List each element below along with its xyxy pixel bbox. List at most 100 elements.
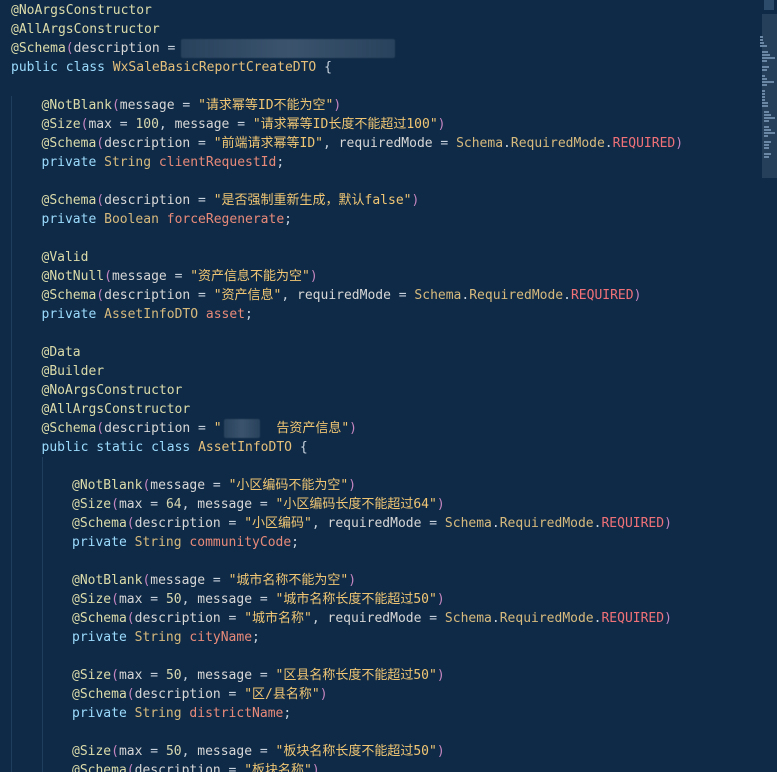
code-line[interactable]: @Schema(description = "是否强制重新生成，默认false"… bbox=[42, 191, 420, 210]
code-token: . bbox=[563, 288, 571, 303]
indent-guide bbox=[42, 457, 43, 772]
code-token: ( bbox=[111, 668, 119, 683]
code-token: 64 bbox=[165, 497, 182, 512]
code-line[interactable]: @Schema(description = bbox=[11, 39, 183, 58]
code-line[interactable]: @NoArgsConstructor bbox=[11, 1, 152, 20]
code-token: , bbox=[181, 592, 198, 607]
code-token: ( bbox=[126, 611, 135, 626]
code-token: = bbox=[166, 269, 191, 284]
minimap-line bbox=[762, 60, 767, 62]
minimap-line bbox=[764, 144, 769, 146]
minimap-line bbox=[762, 78, 767, 80]
minimap-line bbox=[762, 99, 765, 101]
code-token: ) bbox=[436, 497, 445, 512]
code-token: REQUIRED bbox=[570, 288, 634, 303]
code-token: @Data bbox=[41, 345, 81, 360]
code-token: @Size bbox=[72, 592, 112, 607]
code-token: = bbox=[421, 611, 445, 626]
code-token: "小区编码长度不能超过64" bbox=[275, 497, 437, 512]
code-area[interactable]: @NoArgsConstructor @AllArgsConstructor @Sc… bbox=[0, 0, 760, 772]
minimap-line bbox=[762, 81, 774, 83]
code-token: ; bbox=[284, 212, 292, 227]
minimap-line bbox=[762, 93, 765, 95]
code-token: ) bbox=[348, 573, 357, 588]
code-token: Schema bbox=[444, 516, 492, 531]
code-token: message bbox=[197, 744, 253, 759]
code-line[interactable]: @Size(max = 50, message = "城市名称长度不能超过50"… bbox=[72, 590, 445, 609]
code-token: 50 bbox=[165, 592, 182, 607]
code-token: districtName bbox=[189, 706, 284, 721]
code-token: "是否强制重新生成，默认false" bbox=[213, 193, 412, 208]
code-line[interactable]: @NotBlank(message = "小区编码不能为空") bbox=[72, 476, 356, 495]
minimap[interactable] bbox=[760, 0, 777, 772]
minimap-line bbox=[760, 45, 767, 47]
code-line[interactable]: @Schema(description = " 告资产信息") bbox=[42, 419, 357, 438]
code-token: , bbox=[311, 611, 328, 626]
code-token: forceRegenerate bbox=[166, 212, 285, 227]
code-token: = bbox=[229, 117, 253, 132]
code-line[interactable]: @Schema(description = "城市名称", requiredMo… bbox=[72, 609, 672, 628]
code-line[interactable]: @Size(max = 50, message = "板块名称长度不能超过50"… bbox=[72, 742, 445, 761]
code-line[interactable]: @Size(max = 64, message = "小区编码长度不能超过64"… bbox=[72, 495, 445, 514]
code-line[interactable]: @AllArgsConstructor bbox=[11, 20, 160, 39]
code-token: ) bbox=[436, 592, 445, 607]
code-line[interactable]: @NotBlank(message = "城市名称不能为空") bbox=[72, 571, 356, 590]
code-line[interactable]: @Schema(description = "区/县名称") bbox=[72, 685, 328, 704]
code-token: ; bbox=[291, 535, 299, 550]
code-line[interactable]: @Schema(description = "板块名称") bbox=[72, 761, 320, 772]
code-token: Boolean bbox=[104, 212, 167, 227]
indent-guide bbox=[11, 96, 12, 772]
minimap-line bbox=[762, 75, 765, 77]
code-token: . bbox=[604, 136, 613, 151]
code-token: ( bbox=[65, 41, 74, 56]
code-token: ( bbox=[96, 193, 105, 208]
code-line[interactable]: @AllArgsConstructor bbox=[42, 400, 191, 419]
code-token: max bbox=[118, 497, 143, 512]
code-token: = bbox=[174, 98, 199, 113]
code-token: ( bbox=[111, 592, 119, 607]
code-token: = bbox=[159, 41, 184, 56]
code-token: = bbox=[190, 421, 214, 436]
code-token: max bbox=[88, 117, 112, 132]
minimap-line bbox=[764, 147, 769, 149]
code-line[interactable]: @Size(max = 50, message = "区县名称长度不能超过50"… bbox=[72, 666, 445, 685]
code-token: ) bbox=[664, 611, 672, 626]
code-line[interactable]: @Schema(description = "资产信息", requiredMo… bbox=[42, 286, 642, 305]
code-line[interactable]: @Schema(description = "小区编码", requiredMo… bbox=[72, 514, 672, 533]
code-token: RequiredMode bbox=[499, 611, 594, 626]
code-line[interactable]: public class WxSaleBasicReportCreateDTO … bbox=[11, 58, 332, 77]
code-token: ( bbox=[96, 288, 105, 303]
code-token: requiredMode bbox=[327, 516, 422, 531]
code-line[interactable]: @Valid bbox=[42, 248, 89, 267]
code-line[interactable]: @Data bbox=[42, 343, 81, 362]
code-token: = bbox=[190, 288, 214, 303]
code-line[interactable]: private String communityCode; bbox=[72, 533, 299, 552]
minimap-line bbox=[764, 111, 769, 113]
code-token: RequiredMode bbox=[499, 516, 594, 531]
code-token: "板块名称长度不能超过50" bbox=[275, 744, 437, 759]
code-token: @Schema bbox=[41, 288, 97, 303]
code-token: @Schema bbox=[72, 763, 127, 772]
code-line[interactable]: private String districtName; bbox=[72, 704, 291, 723]
code-line[interactable]: private String cityName; bbox=[72, 628, 260, 647]
code-line[interactable]: @Schema(description = "前端请求幂等ID", requir… bbox=[42, 134, 684, 153]
code-editor[interactable]: @NoArgsConstructor @AllArgsConstructor @Sc… bbox=[0, 0, 777, 772]
code-token: "板块名称" bbox=[244, 763, 312, 772]
code-token: "资产信息不能为空" bbox=[190, 269, 310, 284]
code-line[interactable]: @NoArgsConstructor bbox=[42, 381, 183, 400]
code-line[interactable]: @Builder bbox=[42, 362, 105, 381]
code-line[interactable]: @NotBlank(message = "请求幂等ID不能为空") bbox=[42, 96, 342, 115]
code-line[interactable]: @NotNull(message = "资产信息不能为空") bbox=[42, 267, 318, 286]
code-line[interactable]: public static class AssetInfoDTO { bbox=[42, 438, 308, 457]
code-token: ) bbox=[311, 763, 320, 772]
minimap-line bbox=[764, 156, 769, 158]
code-token: Schema bbox=[414, 288, 462, 303]
code-line[interactable]: private Boolean forceRegenerate; bbox=[42, 210, 292, 229]
code-line[interactable]: private String clientRequestId; bbox=[42, 153, 285, 172]
code-token: RequiredMode bbox=[469, 288, 564, 303]
code-line[interactable]: @Size(max = 100, message = "请求幂等ID长度不能超过… bbox=[42, 115, 446, 134]
code-line[interactable]: private AssetInfoDTO asset; bbox=[42, 305, 253, 324]
code-token: = bbox=[252, 668, 276, 683]
code-token: @NoArgsConstructor bbox=[11, 3, 152, 18]
code-token: public bbox=[11, 60, 66, 75]
